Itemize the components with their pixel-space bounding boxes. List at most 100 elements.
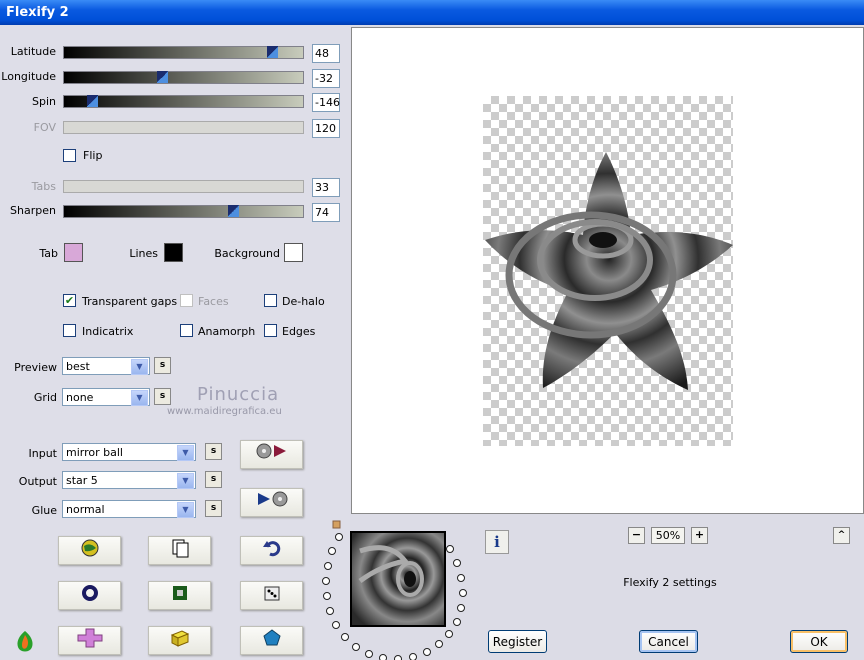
globe-icon bbox=[81, 539, 98, 557]
de-halo-checkbox[interactable] bbox=[264, 294, 277, 307]
pentagon-icon bbox=[262, 629, 281, 646]
chevron-down-icon[interactable]: ▼ bbox=[131, 390, 148, 406]
zoom-in-button[interactable]: + bbox=[691, 527, 708, 544]
input-projection-select[interactable]: mirror ball ▼ bbox=[62, 443, 196, 461]
latitude-thumb[interactable] bbox=[267, 46, 278, 58]
cube-icon bbox=[170, 630, 189, 647]
output-select-label: Output bbox=[18, 475, 57, 488]
ring-icon bbox=[81, 585, 98, 601]
undo-button[interactable] bbox=[240, 536, 303, 565]
grid-value: none bbox=[66, 391, 94, 404]
spin-thumb[interactable] bbox=[87, 95, 98, 107]
flaming-pear-logo-icon bbox=[17, 631, 33, 652]
zoom-level: 50% bbox=[651, 527, 685, 544]
output-projection-select[interactable]: star 5 ▼ bbox=[62, 471, 196, 489]
copy-button[interactable] bbox=[148, 536, 211, 565]
title-bar: Flexify 2 bbox=[0, 0, 864, 25]
latitude-slider[interactable] bbox=[63, 46, 304, 59]
chevron-down-icon[interactable]: ▼ bbox=[177, 445, 194, 461]
preview-quality-value: best bbox=[66, 360, 90, 373]
longitude-thumb[interactable] bbox=[157, 71, 168, 83]
square-icon bbox=[172, 586, 187, 600]
pentagon-button[interactable] bbox=[240, 626, 303, 655]
dice-button[interactable] bbox=[240, 581, 303, 610]
input-projection-value: mirror ball bbox=[66, 446, 123, 459]
longitude-label: Longitude bbox=[1, 70, 56, 83]
square-shape-button[interactable] bbox=[148, 581, 211, 610]
grid-save-button[interactable]: s bbox=[154, 388, 171, 405]
ring-handle[interactable] bbox=[332, 520, 341, 529]
cross-shape-button[interactable] bbox=[58, 626, 121, 655]
preview-quality-select[interactable]: best ▼ bbox=[62, 357, 150, 375]
collapse-button[interactable]: ^ bbox=[833, 527, 850, 544]
background-color-swatch[interactable] bbox=[284, 243, 303, 262]
ok-button[interactable]: OK bbox=[790, 630, 848, 653]
sharpen-value[interactable]: 74 bbox=[312, 203, 340, 222]
transparent-gaps-label: Transparent gaps bbox=[82, 295, 178, 308]
grid-select[interactable]: none ▼ bbox=[62, 388, 150, 406]
send-to-input-button[interactable] bbox=[240, 488, 303, 517]
undo-icon bbox=[262, 541, 280, 557]
background-color-label: Background bbox=[214, 247, 280, 260]
cube-button[interactable] bbox=[148, 626, 211, 655]
star-preview-image bbox=[485, 152, 733, 390]
info-icon[interactable]: i bbox=[485, 530, 509, 554]
cross-icon bbox=[77, 628, 102, 648]
latitude-label: Latitude bbox=[10, 45, 56, 58]
spin-value[interactable]: -146 bbox=[312, 93, 340, 112]
chevron-down-icon[interactable]: ▼ bbox=[177, 473, 194, 489]
glue-save-button[interactable]: s bbox=[205, 500, 222, 517]
settings-name: Flexify 2 settings bbox=[623, 576, 717, 589]
watermark-url: www.maidiregrafica.eu bbox=[167, 406, 282, 417]
sharpen-thumb[interactable] bbox=[228, 205, 239, 217]
flip-checkbox[interactable] bbox=[63, 149, 76, 162]
lines-color-label: Lines bbox=[129, 247, 158, 260]
longitude-slider[interactable] bbox=[63, 71, 304, 84]
sharpen-label: Sharpen bbox=[10, 204, 56, 217]
copy-icon bbox=[172, 539, 188, 558]
sharpen-slider[interactable] bbox=[63, 205, 304, 218]
longitude-value[interactable]: -32 bbox=[312, 69, 340, 88]
fov-slider bbox=[63, 121, 304, 134]
glue-select-label: Glue bbox=[31, 504, 57, 517]
flip-label: Flip bbox=[83, 149, 103, 162]
input-save-button[interactable]: s bbox=[205, 443, 222, 460]
edges-label: Edges bbox=[282, 325, 316, 338]
preview-save-button[interactable]: s bbox=[154, 357, 171, 374]
tabs-label: Tabs bbox=[31, 180, 56, 193]
spin-slider[interactable] bbox=[63, 95, 304, 108]
window-title: Flexify 2 bbox=[6, 5, 69, 20]
glue-value: normal bbox=[66, 503, 105, 516]
transparent-gaps-checkbox[interactable]: ✔ bbox=[63, 294, 76, 307]
indicatrix-label: Indicatrix bbox=[82, 325, 134, 338]
send-to-output-button[interactable] bbox=[240, 440, 303, 469]
lines-color-swatch[interactable] bbox=[164, 243, 183, 262]
anamorph-label: Anamorph bbox=[198, 325, 256, 338]
latitude-value[interactable]: 48 bbox=[312, 44, 340, 63]
disc-to-play-icon bbox=[256, 443, 286, 459]
grid-select-label: Grid bbox=[33, 391, 57, 404]
anamorph-checkbox[interactable] bbox=[180, 324, 193, 337]
indicatrix-checkbox[interactable] bbox=[63, 324, 76, 337]
zoom-out-button[interactable]: − bbox=[628, 527, 645, 544]
cancel-button[interactable]: Cancel bbox=[639, 630, 698, 653]
output-save-button[interactable]: s bbox=[205, 471, 222, 488]
chevron-down-icon[interactable]: ▼ bbox=[177, 502, 194, 518]
edges-checkbox[interactable] bbox=[264, 324, 277, 337]
chevron-down-icon[interactable]: ▼ bbox=[131, 359, 148, 375]
output-projection-value: star 5 bbox=[66, 474, 98, 487]
randomize-button[interactable] bbox=[58, 536, 121, 565]
glue-select[interactable]: normal ▼ bbox=[62, 500, 196, 518]
tabs-value[interactable]: 33 bbox=[312, 178, 340, 197]
faces-label: Faces bbox=[198, 295, 229, 308]
fov-value[interactable]: 120 bbox=[312, 119, 340, 138]
preview-select-label: Preview bbox=[14, 361, 57, 374]
tab-color-swatch[interactable] bbox=[64, 243, 83, 262]
register-button[interactable]: Register bbox=[488, 630, 547, 653]
circle-shape-button[interactable] bbox=[58, 581, 121, 610]
tab-color-label: Tab bbox=[39, 247, 58, 260]
input-select-label: Input bbox=[28, 447, 57, 460]
watermark-name: Pinuccia bbox=[197, 384, 280, 405]
tabs-slider bbox=[63, 180, 304, 193]
dice-icon bbox=[264, 586, 279, 601]
